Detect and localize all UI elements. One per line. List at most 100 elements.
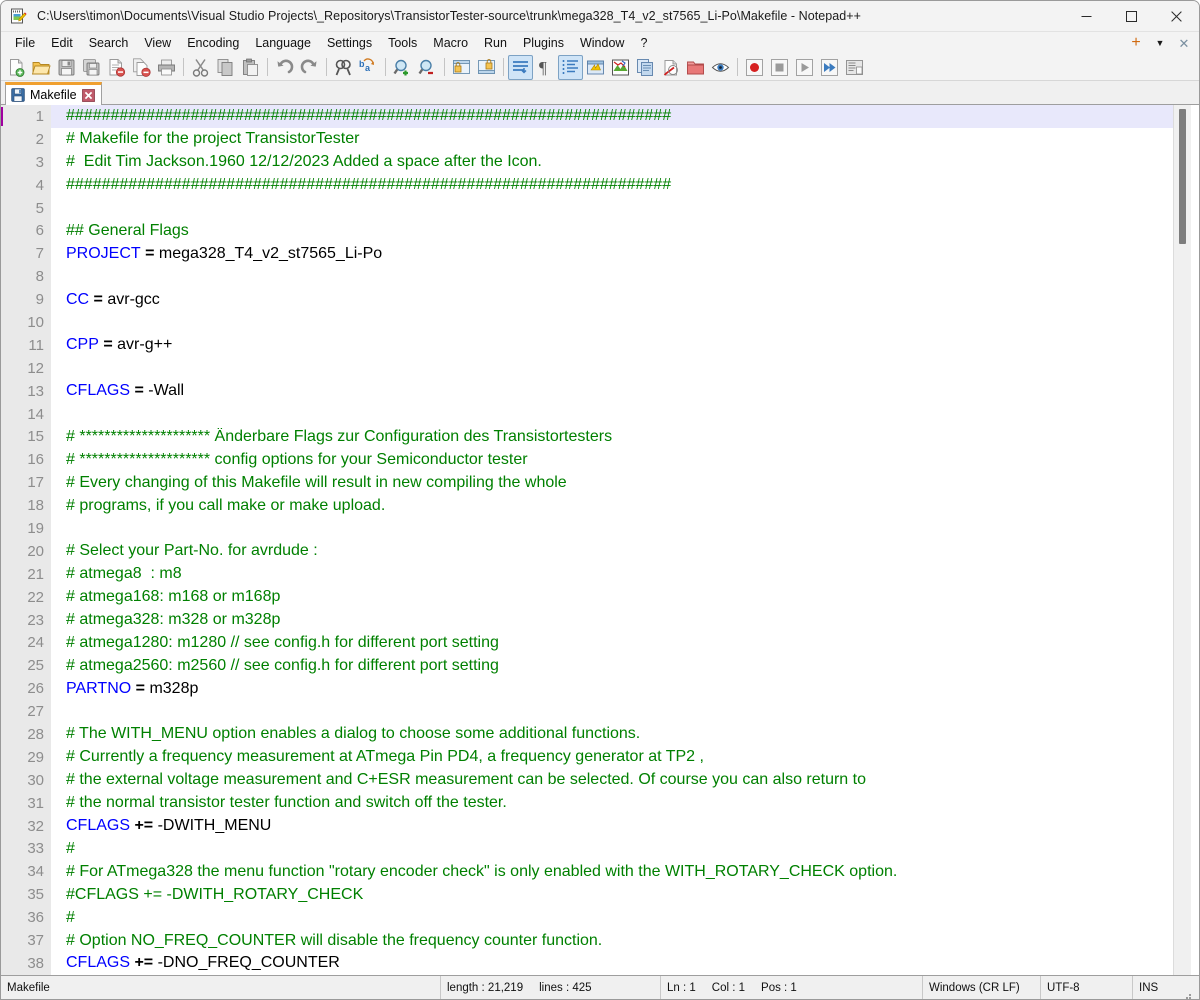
find-icon[interactable] (331, 55, 356, 80)
status-encoding[interactable]: UTF-8 (1041, 976, 1133, 999)
line-content[interactable]: ########################################… (63, 176, 1173, 194)
resize-grip[interactable] (1181, 986, 1193, 999)
replace-icon[interactable]: b a (356, 55, 381, 80)
code-line[interactable]: 9 CC = avr-gcc (1, 288, 1173, 312)
copy-icon[interactable] (213, 55, 238, 80)
line-content[interactable]: # For ATmega328 the menu function "rotar… (63, 863, 1173, 881)
code-line[interactable]: 23 # atmega328: m328 or m328p (1, 608, 1173, 632)
code-line[interactable]: 8 (1, 265, 1173, 289)
line-content[interactable]: CPP = avr-g++ (63, 336, 1173, 354)
menu-tools[interactable]: Tools (380, 33, 425, 53)
line-content[interactable]: # The WITH_MENU option enables a dialog … (63, 725, 1173, 743)
undo-icon[interactable] (272, 55, 297, 80)
show-ui-icon[interactable] (583, 55, 608, 80)
code-line[interactable]: 19 (1, 517, 1173, 540)
code-line[interactable]: 18 # programs, if you call make or make u… (1, 494, 1173, 518)
menu-window[interactable]: Window (572, 33, 632, 53)
vertical-scrollbar[interactable] (1173, 105, 1191, 975)
new-file-icon[interactable] (4, 55, 29, 80)
line-content[interactable]: ## General Flags (63, 222, 1173, 240)
menu-search[interactable]: Search (81, 33, 137, 53)
line-content[interactable]: # ********************* config options f… (63, 451, 1173, 469)
play-macro-icon[interactable] (792, 55, 817, 80)
sync-horizontal-scroll-icon[interactable] (474, 55, 499, 80)
word-wrap-icon[interactable] (508, 54, 533, 80)
show-indent-guide-icon[interactable] (558, 54, 583, 80)
code-line[interactable]: 25 # atmega2560: m2560 // see config.h fo… (1, 654, 1173, 678)
menu-run[interactable]: Run (476, 33, 515, 53)
line-content[interactable]: # Every changing of this Makefile will r… (63, 474, 1173, 492)
record-macro-icon[interactable] (742, 55, 767, 80)
code-line[interactable]: 31 # the normal transistor tester functio… (1, 791, 1173, 815)
menu-encoding[interactable]: Encoding (179, 33, 247, 53)
code-line[interactable]: 12 (1, 356, 1173, 380)
code-line[interactable]: 2 # Makefile for the project TransistorTe… (1, 127, 1173, 151)
menu-language[interactable]: Language (247, 33, 319, 53)
status-insert-mode[interactable]: INS (1133, 976, 1199, 999)
scintilla-editor[interactable]: 1 #######################################… (1, 105, 1173, 975)
new-tab-plus-icon[interactable]: + (1125, 33, 1147, 53)
minimize-button[interactable] (1064, 1, 1109, 31)
code-line[interactable]: 30 # the external voltage measurement and… (1, 768, 1173, 792)
code-line[interactable]: 1 #######################################… (1, 105, 1173, 128)
code-line[interactable]: 4 #######################################… (1, 173, 1173, 197)
code-line[interactable]: 20 # Select your Part-No. for avrdude : (1, 539, 1173, 563)
document-map-icon[interactable] (633, 55, 658, 80)
code-line[interactable]: 37 # Option NO_FREQ_COUNTER will disable … (1, 929, 1173, 952)
line-content[interactable]: ########################################… (1, 107, 1173, 126)
code-line[interactable]: 35 #CFLAGS += -DWITH_ROTARY_CHECK (1, 883, 1173, 907)
code-line[interactable]: 22 # atmega168: m168 or m168p (1, 585, 1173, 609)
code-text-area[interactable]: 1 #######################################… (1, 105, 1173, 975)
menu-view[interactable]: View (136, 33, 179, 53)
close-document-icon[interactable] (104, 55, 129, 80)
close-document-x-icon[interactable]: ✕ (1173, 33, 1195, 53)
code-line[interactable]: 34 # For ATmega328 the menu function "rot… (1, 860, 1173, 884)
tab-makefile[interactable]: Makefile (5, 82, 102, 105)
code-line[interactable]: 6 ## General Flags (1, 219, 1173, 243)
line-content[interactable]: CC = avr-gcc (63, 291, 1173, 309)
line-content[interactable]: # (63, 840, 1173, 858)
run-macro-multiple-icon[interactable] (817, 55, 842, 80)
code-line[interactable]: 21 # atmega8 : m8 (1, 562, 1173, 586)
line-content[interactable]: PROJECT = mega328_T4_v2_st7565_Li-Po (63, 245, 1173, 263)
line-content[interactable]: # (63, 909, 1173, 927)
function-list-icon[interactable] (658, 55, 683, 80)
code-line[interactable]: 5 (1, 196, 1173, 220)
code-line[interactable]: 28 # The WITH_MENU option enables a dialo… (1, 723, 1173, 746)
code-line[interactable]: 13 CFLAGS = -Wall (1, 379, 1173, 403)
code-line[interactable]: 36 # (1, 906, 1173, 930)
line-content[interactable]: # atmega1280: m1280 // see config.h for … (63, 634, 1173, 652)
line-content[interactable]: # Edit Tim Jackson.1960 12/12/2023 Added… (63, 153, 1173, 171)
code-line[interactable]: 32 CFLAGS += -DWITH_MENU (1, 814, 1173, 838)
show-all-characters-icon[interactable]: ¶ (533, 55, 558, 80)
paste-icon[interactable] (238, 55, 263, 80)
code-line[interactable]: 11 CPP = avr-g++ (1, 333, 1173, 357)
user-defined-language-icon[interactable] (608, 55, 633, 80)
redo-icon[interactable] (297, 55, 322, 80)
status-eol-format[interactable]: Windows (CR LF) (923, 976, 1041, 999)
line-content[interactable]: CFLAGS += -DNO_FREQ_COUNTER (63, 954, 1173, 972)
line-content[interactable]: # Option NO_FREQ_COUNTER will disable th… (63, 932, 1173, 950)
menu-plugins[interactable]: Plugins (515, 33, 572, 53)
menu-macro[interactable]: Macro (425, 33, 476, 53)
stop-macro-icon[interactable] (767, 55, 792, 80)
close-button[interactable] (1154, 1, 1199, 31)
line-content[interactable]: # the normal transistor tester function … (63, 794, 1173, 812)
save-macro-icon[interactable] (842, 55, 867, 80)
code-line[interactable]: 17 # Every changing of this Makefile will… (1, 471, 1173, 495)
code-line[interactable]: 3 # Edit Tim Jackson.1960 12/12/2023 Adde… (1, 150, 1173, 174)
line-content[interactable]: # Select your Part-No. for avrdude : (63, 542, 1173, 560)
code-line[interactable]: 16 # ********************* config options… (1, 448, 1173, 472)
line-content[interactable]: PARTNO = m328p (63, 680, 1173, 698)
save-all-icon[interactable] (79, 55, 104, 80)
code-line[interactable]: 29 # Currently a frequency measurement at… (1, 745, 1173, 769)
line-content[interactable]: # programs, if you call make or make upl… (63, 497, 1173, 515)
vertical-scrollbar-thumb[interactable] (1179, 109, 1186, 244)
line-content[interactable]: CFLAGS = -Wall (63, 382, 1173, 400)
code-line[interactable]: 27 (1, 700, 1173, 724)
open-file-icon[interactable] (29, 55, 54, 80)
folder-as-workspace-icon[interactable] (683, 55, 708, 80)
maximize-button[interactable] (1109, 1, 1154, 31)
save-icon[interactable] (54, 55, 79, 80)
tab-close-icon[interactable] (81, 88, 95, 102)
